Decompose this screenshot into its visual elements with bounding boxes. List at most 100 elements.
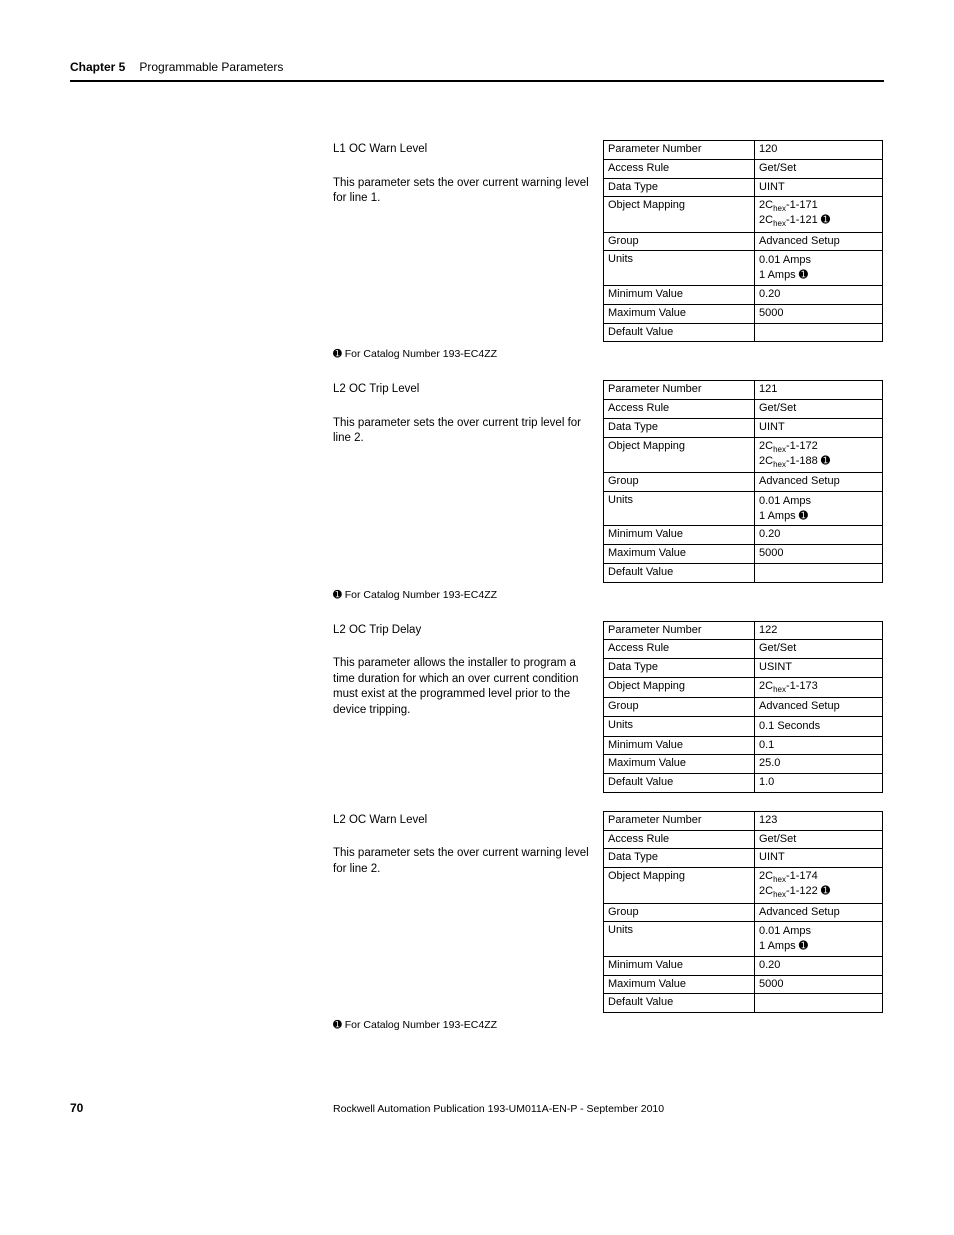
row-data-type: Data TypeUSINT (604, 659, 883, 678)
attr-label: Units (604, 716, 755, 736)
param-description: This parameter allows the installer to p… (333, 657, 578, 716)
param-table: Parameter Number123Access RuleGet/SetDat… (603, 811, 883, 1013)
attr-value: 0.1 (755, 736, 883, 755)
attr-value: 2Chex-1-1712Chex-1-121 ➊ (755, 197, 883, 232)
row-object-mapping: Object Mapping2Chex-1-173 (604, 677, 883, 697)
param-table: Parameter Number121Access RuleGet/SetDat… (603, 380, 883, 582)
attr-label: Data Type (604, 659, 755, 678)
chapter-label: Chapter 5 (70, 60, 125, 74)
attr-value: 1.0 (755, 774, 883, 793)
attr-value: 2Chex-1-1742Chex-1-122 ➊ (755, 868, 883, 903)
param-description-cell: L2 OC Warn LevelThis parameter sets the … (333, 811, 603, 1013)
attr-label: Units (604, 491, 755, 526)
attr-value: 0.01 Amps1 Amps ➊ (755, 491, 883, 526)
attr-value (755, 994, 883, 1013)
row-min: Minimum Value0.20 (604, 526, 883, 545)
attr-value: UINT (755, 178, 883, 197)
attr-label: Maximum Value (604, 975, 755, 994)
param-block: L1 OC Warn Level This parameter sets the … (333, 140, 884, 342)
header-rule (70, 80, 884, 82)
attr-label: Minimum Value (604, 526, 755, 545)
attr-value: 5000 (755, 545, 883, 564)
attr-label: Maximum Value (604, 755, 755, 774)
row-group: GroupAdvanced Setup (604, 472, 883, 491)
row-default: Default Value (604, 563, 883, 582)
row-object-mapping: Object Mapping2Chex-1-1712Chex-1-121 ➊ (604, 197, 883, 232)
attr-label: Data Type (604, 418, 755, 437)
param-block: L2 OC Warn LevelThis parameter sets the … (333, 811, 884, 1013)
attr-value: 5000 (755, 304, 883, 323)
row-group: GroupAdvanced Setup (604, 232, 883, 251)
attr-label: Maximum Value (604, 545, 755, 564)
attr-label: Minimum Value (604, 286, 755, 305)
attr-value: Get/Set (755, 830, 883, 849)
attr-value: UINT (755, 418, 883, 437)
param-description-cell: L1 OC Warn Level This parameter sets the … (333, 140, 603, 342)
footnote: ➊ For Catalog Number 193-EC4ZZ (333, 348, 884, 360)
param-name: L2 OC Trip Delay (333, 623, 595, 639)
attr-value: 25.0 (755, 755, 883, 774)
attr-value: 0.01 Amps1 Amps ➊ (755, 922, 883, 957)
attr-value: USINT (755, 659, 883, 678)
attr-value (755, 563, 883, 582)
page: Chapter 5 Programmable Parameters L1 OC … (0, 0, 954, 1155)
row-min: Minimum Value0.20 (604, 956, 883, 975)
row-units: Units0.1 Seconds (604, 716, 883, 736)
page-header: Chapter 5 Programmable Parameters (70, 60, 884, 74)
attr-label: Object Mapping (604, 197, 755, 232)
attr-label: Default Value (604, 994, 755, 1013)
param-table: Parameter Number122Access RuleGet/SetDat… (603, 621, 883, 793)
row-group: GroupAdvanced Setup (604, 903, 883, 922)
row-param-number: Parameter Number120 (604, 141, 883, 160)
row-param-number: Parameter Number123 (604, 811, 883, 830)
row-default: Default Value (604, 323, 883, 342)
param-description: This parameter sets the over current tri… (333, 417, 581, 445)
publication-info: Rockwell Automation Publication 193-UM01… (333, 1103, 664, 1115)
param-name: L1 OC Warn Level (333, 142, 595, 158)
attr-value: 120 (755, 141, 883, 160)
row-access-rule: Access RuleGet/Set (604, 640, 883, 659)
attr-label: Group (604, 903, 755, 922)
row-param-number: Parameter Number121 (604, 381, 883, 400)
row-max: Maximum Value5000 (604, 975, 883, 994)
attr-value: Get/Set (755, 400, 883, 419)
attr-label: Group (604, 472, 755, 491)
attr-label: Default Value (604, 774, 755, 793)
row-data-type: Data TypeUINT (604, 849, 883, 868)
attr-value: UINT (755, 849, 883, 868)
attr-value: 123 (755, 811, 883, 830)
param-block: L2 OC Trip Level This parameter sets the … (333, 380, 884, 582)
param-block: L2 OC Trip Delay This parameter allows th… (333, 621, 884, 793)
param-description: This parameter sets the over current war… (333, 177, 589, 205)
attr-label: Object Mapping (604, 677, 755, 697)
row-max: Maximum Value25.0 (604, 755, 883, 774)
attr-label: Object Mapping (604, 437, 755, 472)
attr-value: 2Chex-1-173 (755, 677, 883, 697)
attr-label: Maximum Value (604, 304, 755, 323)
attr-value: 121 (755, 381, 883, 400)
param-description-cell: L2 OC Trip Delay This parameter allows th… (333, 621, 603, 793)
attr-label: Data Type (604, 849, 755, 868)
row-access-rule: Access RuleGet/Set (604, 830, 883, 849)
attr-value: Get/Set (755, 159, 883, 178)
param-name: L2 OC Trip Level (333, 382, 595, 398)
attr-value: Advanced Setup (755, 903, 883, 922)
row-group: GroupAdvanced Setup (604, 698, 883, 717)
row-object-mapping: Object Mapping2Chex-1-1722Chex-1-188 ➊ (604, 437, 883, 472)
attr-value: 0.20 (755, 526, 883, 545)
attr-value: 0.1 Seconds (755, 716, 883, 736)
row-access-rule: Access RuleGet/Set (604, 400, 883, 419)
attr-label: Access Rule (604, 400, 755, 419)
footnote: ➊ For Catalog Number 193-EC4ZZ (333, 1019, 884, 1031)
footnote: ➊ For Catalog Number 193-EC4ZZ (333, 589, 884, 601)
attr-label: Access Rule (604, 640, 755, 659)
attr-label: Units (604, 251, 755, 286)
row-object-mapping: Object Mapping2Chex-1-1742Chex-1-122 ➊ (604, 868, 883, 903)
row-default: Default Value (604, 994, 883, 1013)
attr-value: 2Chex-1-1722Chex-1-188 ➊ (755, 437, 883, 472)
attr-label: Data Type (604, 178, 755, 197)
attr-value: 0.20 (755, 956, 883, 975)
attr-label: Parameter Number (604, 621, 755, 640)
spacer (333, 797, 884, 811)
attr-value: Advanced Setup (755, 472, 883, 491)
